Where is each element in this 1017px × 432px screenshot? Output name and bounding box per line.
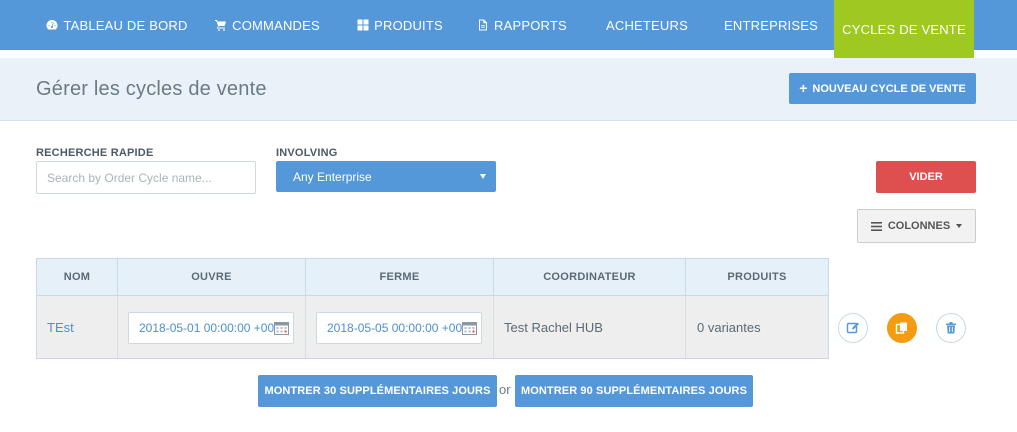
opens-date-value: 2018-05-01 00:00:00 +0000 — [139, 321, 288, 335]
order-cycles-table: NOM OUVRE FERME COORDINATEUR PRODUITS TE… — [36, 258, 829, 359]
grid-icon — [357, 19, 369, 31]
column-header-opens[interactable]: OUVRE — [118, 259, 306, 296]
nav-label: CYCLES DE VENTE — [842, 21, 966, 37]
column-header-name[interactable]: NOM — [37, 259, 118, 296]
nav-label: TABLEAU DE BORD — [63, 17, 188, 33]
nav-label: PRODUITS — [374, 17, 443, 33]
cell-name: TEst — [37, 296, 118, 358]
page-header: Gérer les cycles de vente + NOUVEAU CYCL… — [0, 58, 1017, 121]
list-icon — [870, 221, 882, 231]
nav-cycles-de-vente[interactable]: CYCLES DE VENTE — [834, 0, 974, 64]
new-button-label: NOUVEAU CYCLE DE VENTE — [812, 82, 966, 95]
cell-coordinator: Test Rachel HUB — [494, 296, 686, 358]
coordinator-name: Test Rachel HUB — [504, 319, 603, 335]
column-header-coordinator[interactable]: COORDINATEUR — [494, 259, 686, 296]
columns-label: COLONNES — [887, 220, 951, 232]
delete-button[interactable] — [936, 313, 966, 343]
involving-label: INVOLVING — [276, 147, 338, 159]
plus-icon: + — [799, 80, 808, 96]
clone-button[interactable] — [887, 313, 917, 343]
clear-filters-button[interactable]: VIDER — [876, 161, 976, 193]
order-cycle-name-link[interactable]: TEst — [47, 320, 74, 335]
caret-down-icon — [480, 174, 486, 179]
cell-opens: 2018-05-01 00:00:00 +0000 — [118, 296, 306, 358]
caret-down-icon — [956, 224, 963, 228]
nav-rapports[interactable]: RAPPORTS — [472, 0, 572, 50]
cell-closes: 2018-05-05 00:00:00 +0000 — [306, 296, 494, 358]
nav-label: ACHETEURS — [606, 17, 688, 33]
edit-button[interactable] — [838, 313, 868, 343]
page-title: Gérer les cycles de vente — [36, 78, 267, 100]
closes-date-input[interactable]: 2018-05-05 00:00:00 +0000 — [316, 312, 482, 344]
involving-select[interactable]: Any Enterprise — [276, 161, 496, 192]
new-order-cycle-button[interactable]: + NOUVEAU CYCLE DE VENTE — [789, 73, 976, 104]
nav-label: ENTREPRISES — [724, 17, 818, 33]
file-icon — [479, 19, 488, 31]
trash-icon — [946, 322, 956, 334]
column-header-closes[interactable]: FERME — [306, 259, 494, 296]
opens-date-input[interactable]: 2018-05-01 00:00:00 +0000 — [128, 312, 294, 344]
or-separator: or — [499, 382, 511, 397]
nav-produits[interactable]: PRODUITS — [350, 0, 450, 50]
calendar-icon[interactable] — [462, 321, 477, 335]
involving-value: Any Enterprise — [293, 169, 372, 184]
products-count: 0 variantes — [697, 319, 761, 335]
edit-icon — [846, 322, 859, 334]
nav-label: COMMANDES — [232, 17, 320, 33]
show-30-more-days-button[interactable]: MONTRER 30 SUPPLÉMENTAIRES JOURS — [258, 375, 497, 407]
columns-button[interactable]: COLONNES — [857, 209, 976, 243]
show-90-more-days-button[interactable]: MONTRER 90 SUPPLÉMENTAIRES JOURS — [515, 375, 753, 407]
quick-search-label: RECHERCHE RAPIDE — [36, 147, 154, 159]
calendar-icon[interactable] — [274, 321, 289, 335]
cell-products: 0 variantes — [686, 296, 828, 358]
column-header-products[interactable]: PRODUITS — [686, 259, 828, 296]
dashboard-icon — [46, 20, 58, 30]
nav-acheteurs[interactable]: ACHETEURS — [597, 0, 697, 50]
cart-icon — [215, 20, 227, 31]
nav-entreprises[interactable]: ENTREPRISES — [720, 0, 822, 50]
nav-label: RAPPORTS — [494, 17, 567, 33]
top-navigation: TABLEAU DE BORD COMMANDES PRODUITS RAPPO… — [0, 0, 1017, 64]
closes-date-value: 2018-05-05 00:00:00 +0000 — [327, 321, 476, 335]
nav-tableau-de-bord[interactable]: TABLEAU DE BORD — [37, 0, 197, 50]
search-input[interactable] — [36, 161, 256, 194]
copy-icon — [895, 322, 907, 334]
nav-commandes[interactable]: COMMANDES — [205, 0, 330, 50]
